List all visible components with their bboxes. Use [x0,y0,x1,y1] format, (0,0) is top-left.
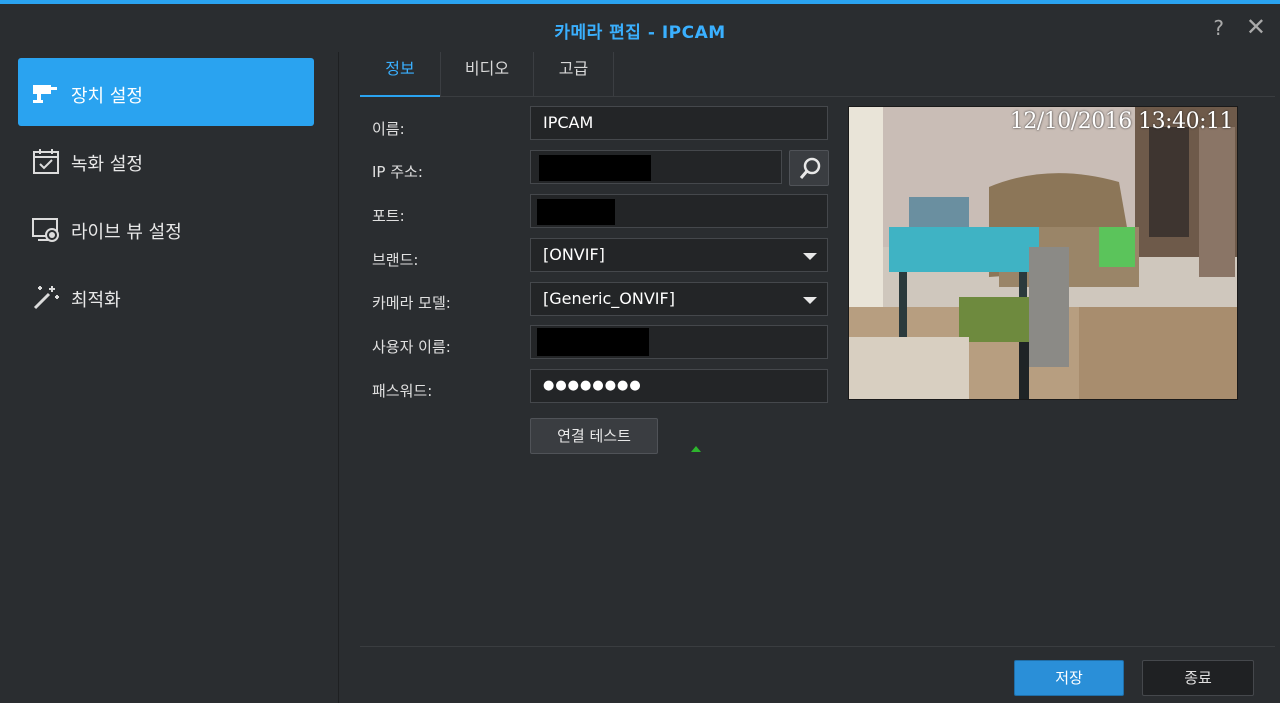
window-title: 카메라 편집 - IPCAM [554,23,726,43]
brand-select[interactable]: [ONVIF] [530,238,828,272]
ip-field[interactable] [530,150,782,184]
search-icon [799,157,821,179]
sidebar-item-liveview-settings[interactable]: 라이브 뷰 설정 [18,194,314,262]
model-select[interactable]: [Generic_ONVIF] [530,282,828,316]
username-label: 사용자 이름: [372,338,451,356]
sidebar-item-label: 장치 설정 [71,86,143,107]
name-field[interactable]: IPCAM [530,106,828,140]
redacted-block [537,199,615,225]
sidebar-item-device-settings[interactable]: 장치 설정 [18,58,314,126]
port-field[interactable] [530,194,828,228]
save-button[interactable]: 저장 [1014,660,1124,696]
password-label: 패스워드: [372,382,433,400]
close-icon[interactable]: ✕ [1246,13,1266,41]
name-label: 이름: [372,120,405,138]
help-icon[interactable]: ? [1213,16,1224,40]
calendar-check-icon [33,149,59,174]
sidebar-item-label: 라이브 뷰 설정 [71,222,182,243]
sidebar-item-label: 최적화 [71,290,121,311]
camera-snapshot-image [849,107,1237,399]
status-indicator-icon [691,446,701,452]
sidebar-item-recording-settings[interactable]: 녹화 설정 [18,126,314,194]
redacted-block [539,155,651,181]
chevron-down-icon [803,297,817,304]
sidebar-item-optimization[interactable]: 최적화 [18,262,314,330]
port-label: 포트: [372,207,405,225]
monitor-record-icon [32,218,59,242]
tab-advanced[interactable]: 고급 [534,52,614,96]
model-label: 카메라 모델: [372,294,451,312]
sidebar: 장치 설정 녹화 설정 라이브 뷰 설정 최적화 [0,52,339,703]
tab-bar: 정보 비디오 고급 [360,52,1275,97]
camera-icon [33,85,57,103]
brand-label: 브랜드: [372,251,419,269]
camera-preview: 12/10/2016 13:40:11 [848,106,1238,400]
snapshot-timestamp: 12/10/2016 13:40:11 [1009,109,1234,134]
sidebar-item-label: 녹화 설정 [71,154,143,175]
main-content: 정보 비디오 고급 이름: IPCAM IP 주소: 포트: 브랜드: [ONV… [360,52,1275,703]
connection-test-button[interactable]: 연결 테스트 [530,418,658,454]
redacted-block [537,328,649,356]
username-field[interactable] [530,325,828,359]
search-button[interactable] [789,150,829,186]
close-button[interactable]: 종료 [1142,660,1254,696]
chevron-down-icon [803,253,817,260]
title-bar: 카메라 편집 - IPCAM ? ✕ [0,4,1280,52]
password-field[interactable]: ●●●●●●●● [530,369,828,403]
tab-video[interactable]: 비디오 [441,52,534,96]
tab-info[interactable]: 정보 [360,52,441,97]
footer-divider [360,646,1275,647]
ip-label: IP 주소: [372,163,423,181]
magic-wand-icon [33,286,59,310]
